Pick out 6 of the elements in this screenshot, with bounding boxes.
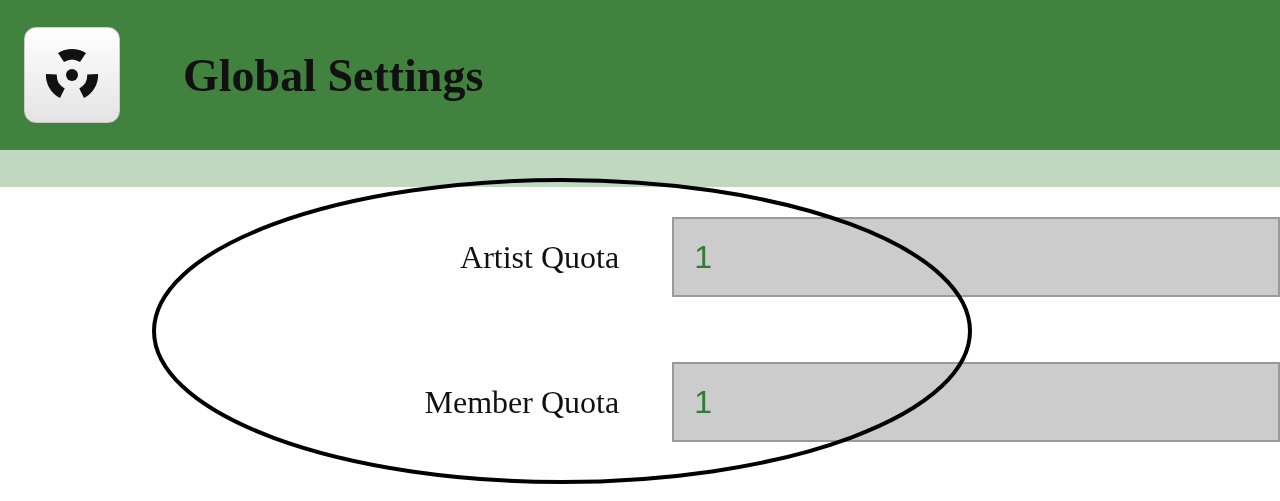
input-field[interactable]: 1 bbox=[672, 217, 1280, 297]
app-icon bbox=[24, 27, 120, 123]
page-title: Global Settings bbox=[183, 48, 484, 103]
input-field[interactable]: 1 bbox=[672, 362, 1280, 442]
field-label: Artist Quota bbox=[459, 238, 620, 277]
field-label: Member Quota bbox=[423, 383, 620, 422]
